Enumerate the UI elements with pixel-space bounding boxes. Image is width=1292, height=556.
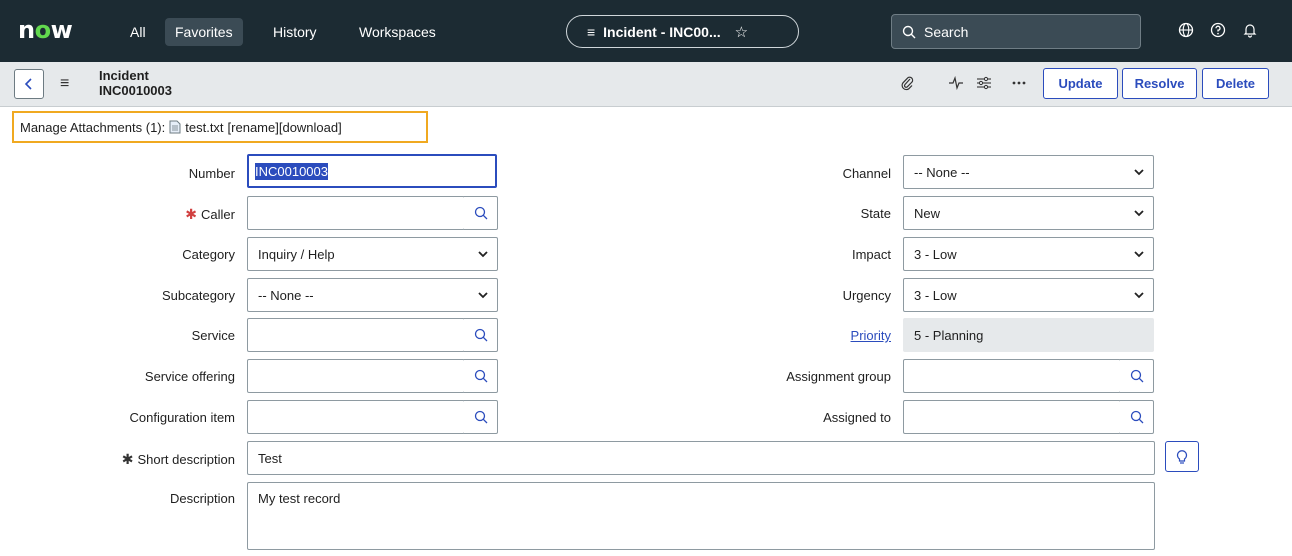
required-asterisk-icon: ✱ bbox=[121, 451, 134, 467]
search-placeholder: Search bbox=[924, 23, 969, 40]
urgency-label: Urgency bbox=[842, 288, 891, 303]
search-icon bbox=[1130, 369, 1143, 383]
top-navigation-bar: now All Favorites History Workspaces ≡ I… bbox=[0, 0, 1292, 62]
chevron-down-icon bbox=[478, 292, 488, 299]
record-table-label: Incident bbox=[99, 68, 149, 83]
nav-all[interactable]: All bbox=[120, 18, 156, 46]
global-search-input[interactable]: Search bbox=[891, 14, 1141, 49]
priority-link[interactable]: Priority bbox=[740, 328, 891, 344]
chevron-down-icon bbox=[1134, 251, 1144, 258]
activity-icon[interactable] bbox=[947, 74, 965, 92]
resolve-button[interactable]: Resolve bbox=[1122, 68, 1197, 99]
subcategory-value: -- None -- bbox=[258, 287, 314, 303]
number-label: Number bbox=[188, 166, 235, 181]
search-icon bbox=[1130, 410, 1143, 424]
number-value: INC0010003 bbox=[255, 162, 328, 180]
service-field[interactable] bbox=[247, 318, 465, 352]
short-description-value: Test bbox=[258, 450, 282, 466]
caller-field[interactable] bbox=[247, 196, 465, 230]
favorite-star-icon[interactable]: ☆ bbox=[735, 23, 748, 41]
assigned-to-label: Assigned to bbox=[823, 410, 891, 425]
delete-button[interactable]: Delete bbox=[1202, 68, 1269, 99]
state-label: State bbox=[860, 206, 891, 221]
attachment-actions[interactable]: [rename][download] bbox=[228, 120, 342, 135]
description-label: Description bbox=[169, 491, 235, 506]
service-offering-lookup-button[interactable] bbox=[464, 359, 498, 393]
configuration-item-lookup-button[interactable] bbox=[464, 400, 498, 434]
category-select[interactable]: Inquiry / Help bbox=[247, 237, 498, 271]
nav-history[interactable]: History bbox=[263, 18, 327, 46]
paperclip-icon[interactable] bbox=[898, 74, 916, 92]
nav-favorites[interactable]: Favorites bbox=[165, 18, 243, 46]
record-title: Incident INC0010003 bbox=[99, 68, 172, 98]
record-number-label: INC0010003 bbox=[99, 83, 172, 98]
lightbulb-icon bbox=[1176, 449, 1188, 464]
channel-label: Channel bbox=[842, 166, 891, 181]
subcategory-label: Subcategory bbox=[162, 288, 235, 303]
chevron-left-icon bbox=[24, 78, 32, 90]
suggestion-button[interactable] bbox=[1165, 441, 1199, 472]
urgency-value: 3 - Low bbox=[914, 287, 957, 303]
impact-label: Impact bbox=[851, 247, 891, 262]
search-icon bbox=[902, 25, 916, 38]
search-icon bbox=[474, 328, 487, 342]
context-title: Incident - INC00... bbox=[603, 23, 721, 40]
search-icon bbox=[474, 206, 487, 220]
assignment-group-field[interactable] bbox=[903, 359, 1121, 393]
bell-icon[interactable] bbox=[1240, 20, 1260, 40]
category-value: Inquiry / Help bbox=[258, 246, 335, 262]
required-asterisk-icon: ✱ bbox=[185, 206, 198, 222]
help-icon[interactable] bbox=[1208, 20, 1228, 40]
record-header: ≡ Incident INC0010003 Update Resolve Del… bbox=[0, 62, 1292, 107]
caller-lookup-button[interactable] bbox=[464, 196, 498, 230]
file-icon bbox=[169, 120, 181, 134]
description-textarea[interactable]: My test record bbox=[247, 482, 1155, 550]
list-icon: ≡ bbox=[587, 23, 596, 40]
configuration-item-field[interactable] bbox=[247, 400, 465, 434]
urgency-select[interactable]: 3 - Low bbox=[903, 278, 1154, 312]
subcategory-select[interactable]: -- None -- bbox=[247, 278, 498, 312]
service-offering-label: Service offering bbox=[144, 369, 235, 384]
service-label: Service bbox=[191, 328, 235, 343]
caller-label: ✱ Caller bbox=[185, 206, 235, 222]
chevron-down-icon bbox=[478, 251, 488, 258]
state-select[interactable]: New bbox=[903, 196, 1154, 230]
settings-sliders-icon[interactable] bbox=[975, 74, 993, 92]
impact-value: 3 - Low bbox=[914, 246, 957, 262]
context-title-pill[interactable]: ≡ Incident - INC00... ☆ bbox=[566, 15, 799, 48]
chevron-down-icon bbox=[1134, 292, 1144, 299]
back-button[interactable] bbox=[14, 69, 44, 99]
context-menu-icon[interactable]: ≡ bbox=[60, 75, 69, 93]
service-offering-field[interactable] bbox=[247, 359, 465, 393]
assigned-to-field[interactable] bbox=[903, 400, 1121, 434]
chevron-down-icon bbox=[1134, 210, 1144, 217]
manage-attachments-link[interactable]: Manage Attachments (1): bbox=[20, 120, 165, 135]
assigned-to-lookup-button[interactable] bbox=[1120, 400, 1154, 434]
state-value: New bbox=[914, 205, 941, 221]
short-description-field[interactable]: Test bbox=[247, 441, 1155, 475]
more-icon[interactable] bbox=[1010, 74, 1028, 92]
search-icon bbox=[474, 369, 487, 383]
channel-select[interactable]: -- None -- bbox=[903, 155, 1154, 189]
configuration-item-label: Configuration item bbox=[129, 410, 236, 425]
channel-value: -- None -- bbox=[914, 164, 970, 180]
impact-select[interactable]: 3 - Low bbox=[903, 237, 1154, 271]
category-label: Category bbox=[182, 247, 235, 262]
globe-icon[interactable] bbox=[1176, 20, 1196, 40]
servicenow-logo[interactable]: now bbox=[18, 16, 73, 44]
attachments-bar: Manage Attachments (1): test.txt [rename… bbox=[12, 111, 428, 143]
attachment-file-name[interactable]: test.txt bbox=[185, 120, 223, 135]
nav-workspaces[interactable]: Workspaces bbox=[349, 18, 446, 46]
assignment-group-label: Assignment group bbox=[786, 369, 891, 384]
chevron-down-icon bbox=[1134, 169, 1144, 176]
service-lookup-button[interactable] bbox=[464, 318, 498, 352]
search-icon bbox=[474, 410, 487, 424]
short-description-label: ✱ Short description bbox=[121, 451, 235, 467]
update-button[interactable]: Update bbox=[1043, 68, 1118, 99]
number-field[interactable]: INC0010003 bbox=[247, 154, 497, 188]
priority-field: 5 - Planning bbox=[903, 318, 1154, 352]
assignment-group-lookup-button[interactable] bbox=[1120, 359, 1154, 393]
